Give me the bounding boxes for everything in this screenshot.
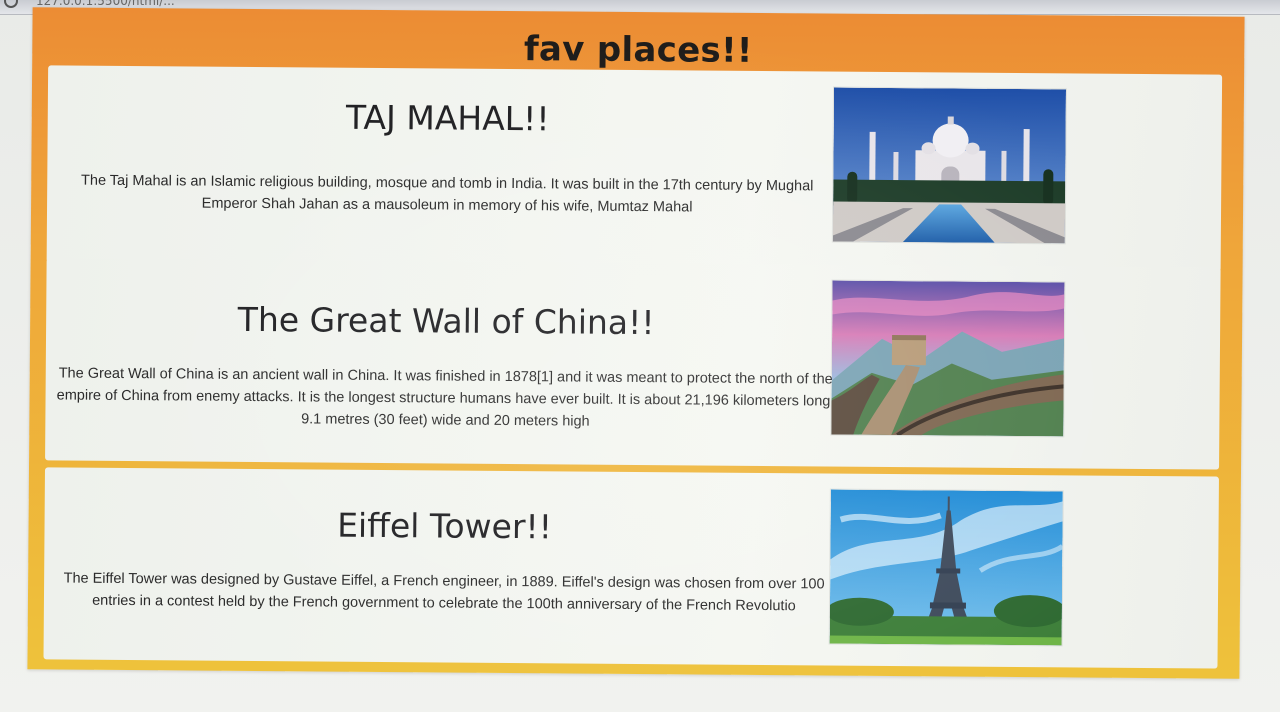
place-title: TAJ MAHAL!! bbox=[345, 97, 550, 139]
place-text: Eiffel Tower!! The Eiffel Tower was desi… bbox=[53, 467, 834, 665]
place-card-taj-mahal: TAJ MAHAL!! The Taj Mahal is an Islamic … bbox=[46, 65, 1223, 272]
fav-places-page: fav places!! TAJ MAHAL!! The Taj Mahal i… bbox=[27, 7, 1245, 679]
place-description: The Eiffel Tower was designed by Gustave… bbox=[63, 570, 825, 615]
place-text: The Great Wall of China!! The Great Wall… bbox=[55, 258, 837, 466]
place-text: TAJ MAHAL!! The Taj Mahal is an Islamic … bbox=[57, 65, 839, 268]
eiffel-tower-photo bbox=[829, 489, 1063, 646]
place-card-great-wall: The Great Wall of China!! The Great Wall… bbox=[45, 258, 1221, 470]
place-description: The Great Wall of China is an ancient wa… bbox=[56, 365, 835, 430]
taj-mahal-photo bbox=[832, 87, 1067, 244]
reload-icon[interactable] bbox=[4, 0, 18, 8]
place-title: Eiffel Tower!! bbox=[337, 505, 553, 547]
place-description: The Taj Mahal is an Islamic religious bu… bbox=[80, 172, 814, 216]
great-wall-photo bbox=[831, 280, 1065, 437]
place-title: The Great Wall of China!! bbox=[237, 299, 655, 343]
place-card-eiffel-tower: Eiffel Tower!! The Eiffel Tower was desi… bbox=[43, 467, 1219, 669]
